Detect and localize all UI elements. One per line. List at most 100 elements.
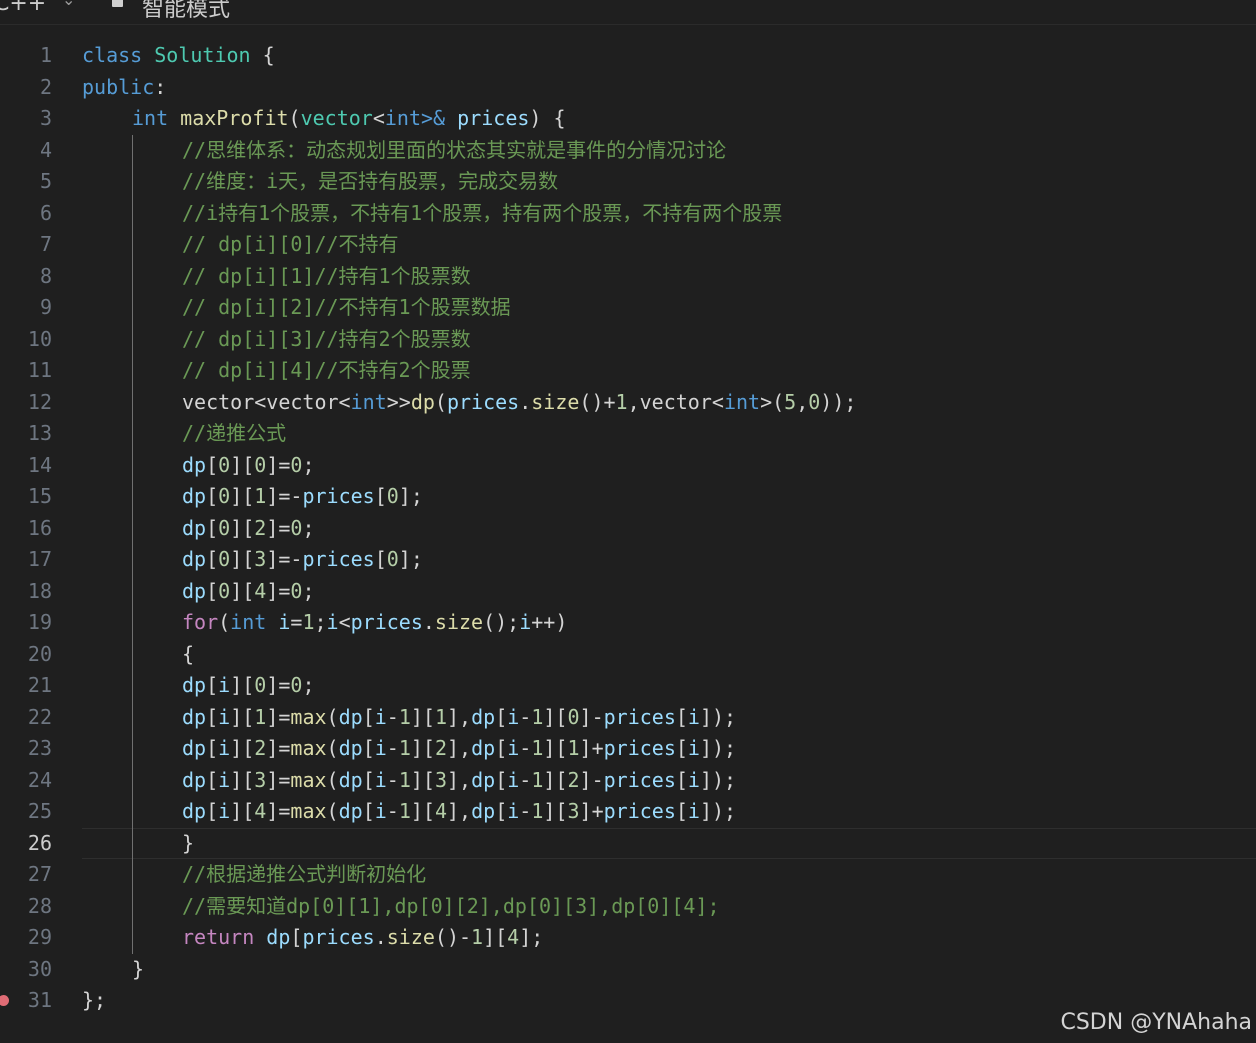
editor-toolbar: C++ ⌄ 智能模式 bbox=[0, 0, 1256, 25]
code-token: dp bbox=[471, 704, 496, 729]
code-line[interactable]: 17 dp[0][3]=-prices[0]; bbox=[0, 544, 1256, 576]
code-token: ]); bbox=[699, 767, 737, 792]
code-token: ( bbox=[326, 767, 339, 792]
code-line[interactable]: 14 dp[0][0]=0; bbox=[0, 450, 1256, 482]
code-token: [ bbox=[206, 484, 219, 508]
code-line[interactable]: 23 dp[i][2]=max(dp[i-1][2],dp[i-1][1]+pri… bbox=[0, 733, 1256, 765]
code-token: - bbox=[386, 767, 399, 792]
code-text: } bbox=[182, 828, 194, 860]
code-text: dp[0][3]=-prices[0]; bbox=[182, 544, 423, 576]
code-line[interactable]: 28 //需要知道dp[0][1],dp[0][2],dp[0][3],dp[0]… bbox=[0, 891, 1256, 923]
code-token: { bbox=[250, 43, 275, 67]
code-token: //i持有1个股票，不持有1个股票，持有两个股票，不持有两个股票 bbox=[182, 200, 783, 225]
code-token: 1 bbox=[434, 704, 448, 729]
code-token: . bbox=[422, 610, 435, 634]
code-token: dp bbox=[338, 799, 363, 823]
code-line[interactable]: 10 // dp[i][3]//持有2个股票数 bbox=[0, 324, 1256, 356]
code-token: }; bbox=[82, 988, 107, 1012]
code-token: [ bbox=[206, 736, 219, 760]
code-token: [ bbox=[675, 767, 688, 792]
code-line[interactable]: 9 // dp[i][2]//不持有1个股票数据 bbox=[0, 292, 1256, 324]
line-number: 24 bbox=[27, 767, 52, 792]
code-token: [ bbox=[675, 704, 688, 729]
line-number: 5 bbox=[39, 169, 52, 193]
code-line[interactable]: 4 //思维体系：动态规划里面的状态其实就是事件的分情况讨论 bbox=[0, 135, 1256, 167]
code-token: ]; bbox=[398, 547, 423, 571]
code-line[interactable]: 12 vector<vector<int>>dp(prices.size()+1,… bbox=[0, 387, 1256, 419]
code-token: ++) bbox=[531, 610, 568, 634]
code-token: ]; bbox=[519, 925, 544, 949]
code-line[interactable]: 3 int maxProfit(vector<int>& prices) { bbox=[0, 103, 1256, 135]
code-token: max bbox=[290, 767, 327, 792]
code-token: 4 bbox=[434, 799, 448, 823]
code-line[interactable]: 11 // dp[i][4]//不持有2个股票 bbox=[0, 355, 1256, 387]
code-line[interactable]: 30} bbox=[0, 954, 1256, 986]
code-token: ][ bbox=[230, 704, 255, 729]
mode-toggle-icon[interactable] bbox=[112, 0, 123, 7]
code-line[interactable]: 5 //维度：i天，是否持有股票，完成交易数 bbox=[0, 166, 1256, 198]
code-token: 0 bbox=[290, 452, 303, 477]
smart-mode-label[interactable]: 智能模式 bbox=[142, 0, 230, 23]
code-token: 3 bbox=[567, 799, 580, 823]
code-line[interactable]: 22 dp[i][1]=max(dp[i-1][1],dp[i-1][0]-pri… bbox=[0, 702, 1256, 734]
code-token: i bbox=[687, 799, 700, 823]
code-token: dp bbox=[471, 767, 496, 792]
code-token: i bbox=[374, 799, 387, 823]
code-token: 2 bbox=[434, 736, 448, 760]
line-number: 21 bbox=[27, 673, 52, 697]
code-line[interactable]: 16 dp[0][2]=0; bbox=[0, 513, 1256, 545]
code-token: dp bbox=[471, 736, 496, 760]
code-token: 0 bbox=[290, 578, 303, 603]
code-token: Solution bbox=[154, 43, 251, 67]
code-token: dp bbox=[182, 484, 207, 508]
code-token: = bbox=[290, 610, 303, 634]
code-token: { bbox=[182, 641, 195, 666]
code-line[interactable]: 15 dp[0][1]=-prices[0]; bbox=[0, 481, 1256, 513]
line-number: 19 bbox=[27, 610, 52, 634]
code-token: dp bbox=[182, 578, 207, 603]
code-token: < bbox=[711, 389, 724, 414]
code-token: 3 bbox=[434, 767, 448, 792]
code-text: class Solution { bbox=[82, 40, 275, 72]
code-line[interactable]: 21 dp[i][0]=0; bbox=[0, 670, 1256, 702]
code-line[interactable]: 20 { bbox=[0, 639, 1256, 671]
code-token: [ bbox=[362, 767, 375, 792]
code-line[interactable]: 19 for(int i=1;i<prices.size();i++) bbox=[0, 607, 1256, 639]
code-line[interactable]: 13 //递推公式 bbox=[0, 418, 1256, 450]
code-line[interactable]: 29 return dp[prices.size()-1][4]; bbox=[0, 922, 1256, 954]
code-line[interactable]: 25 dp[i][4]=max(dp[i-1][4],dp[i-1][3]+pri… bbox=[0, 796, 1256, 828]
code-token: ][ bbox=[543, 736, 568, 760]
code-line[interactable]: 8 // dp[i][1]//持有1个股票数 bbox=[0, 261, 1256, 293]
code-line[interactable]: 6 //i持有1个股票，不持有1个股票，持有两个股票，不持有两个股票 bbox=[0, 198, 1256, 230]
code-text: dp[i][1]=max(dp[i-1][1],dp[i-1][0]-price… bbox=[182, 702, 736, 734]
code-token: ][ bbox=[483, 925, 508, 949]
code-line[interactable]: 27 //根据递推公式判断初始化 bbox=[0, 859, 1256, 891]
code-token: vector bbox=[182, 389, 255, 414]
code-token: // dp[i][3]//持有2个股票数 bbox=[182, 326, 471, 351]
code-token: [ bbox=[290, 925, 303, 949]
code-token: ][ bbox=[230, 799, 255, 823]
code-text: public: bbox=[82, 72, 166, 104]
code-token: int bbox=[723, 389, 761, 414]
code-line[interactable]: 1 class Solution { bbox=[0, 40, 1256, 72]
chevron-down-icon[interactable]: ⌄ bbox=[62, 0, 75, 9]
code-line[interactable]: 7 // dp[i][0]//不持有 bbox=[0, 229, 1256, 261]
code-text: //递推公式 bbox=[182, 418, 286, 450]
code-line[interactable]: 24 dp[i][3]=max(dp[i-1][3],dp[i-1][2]-pri… bbox=[0, 765, 1256, 797]
code-token: - bbox=[519, 704, 532, 729]
code-token: dp bbox=[182, 736, 207, 760]
language-selector[interactable]: C++ bbox=[0, 0, 46, 16]
code-line[interactable]: 18 dp[0][4]=0; bbox=[0, 576, 1256, 608]
code-token: >( bbox=[760, 389, 785, 414]
code-text: { bbox=[182, 639, 194, 671]
code-token: ]= bbox=[266, 452, 291, 477]
code-token: prices bbox=[603, 704, 676, 729]
code-line[interactable]: 26} bbox=[0, 827, 1256, 860]
line-number: 28 bbox=[27, 893, 52, 918]
code-token: 0 bbox=[254, 452, 267, 477]
code-text: } bbox=[132, 954, 144, 986]
code-line[interactable]: 2 public: bbox=[0, 72, 1256, 104]
code-token: //维度：i天，是否持有股票，完成交易数 bbox=[182, 169, 559, 193]
code-token: max bbox=[290, 799, 327, 823]
